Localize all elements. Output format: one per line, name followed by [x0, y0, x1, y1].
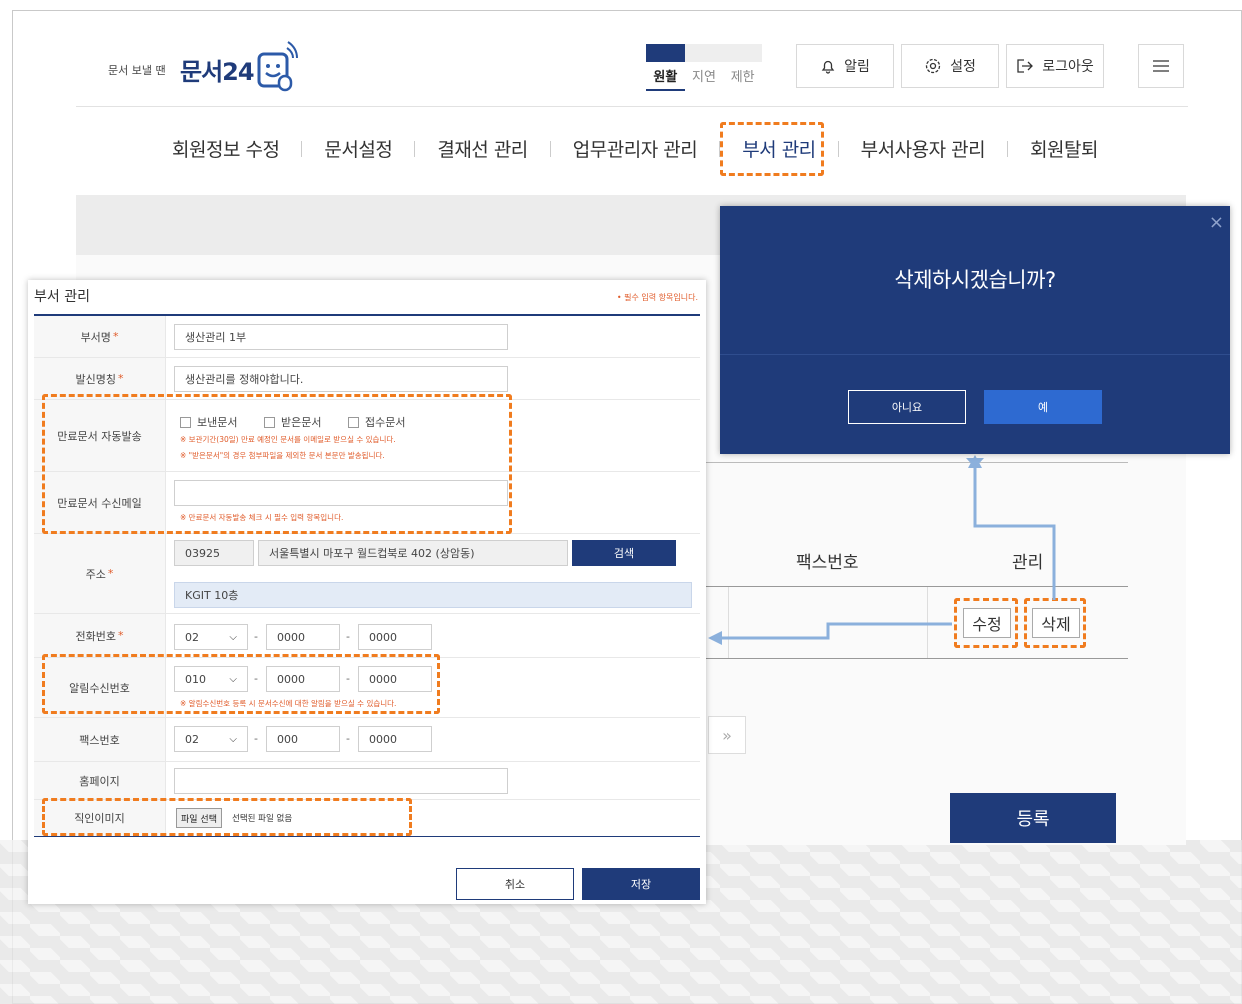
status-label-limit: 제한 — [730, 70, 755, 85]
logout-icon — [1017, 59, 1034, 73]
settings-button[interactable]: 설정 — [901, 44, 999, 88]
status-label-smooth: 원활 — [646, 66, 685, 91]
status-bar-smooth — [646, 44, 685, 62]
table-line — [706, 658, 1128, 659]
logout-button[interactable]: 로그아웃 — [1006, 44, 1104, 88]
phone-label: 전화번호 — [75, 629, 116, 643]
nav-dept-users[interactable]: 부서사용자 관리 — [839, 135, 1007, 162]
fax-label: 팩스번호 — [34, 718, 166, 761]
highlight-alarm-phone — [42, 654, 440, 714]
account-nav: 회원정보 수정 문서설정 결재선 관리 업무관리자 관리 부서 관리 부서사용자… — [150, 135, 1120, 162]
homepage-label: 홈페이지 — [34, 762, 166, 799]
status-label-delay: 지연 — [692, 70, 716, 85]
hamburger-icon — [1153, 60, 1169, 72]
cell-divider — [728, 587, 729, 658]
settings-label: 설정 — [950, 59, 976, 75]
nav-work-manager[interactable]: 업무관리자 관리 — [551, 135, 719, 162]
fax-area-select[interactable]: 02 ⌵ — [174, 726, 248, 752]
row-address: 주소 * 03925 서울특별시 마포구 월드컵북로 402 (상암동) 검색 K… — [34, 534, 700, 614]
chevron-down-icon: ⌵ — [229, 733, 237, 745]
chevron-down-icon: ⌵ — [229, 631, 237, 643]
fax-last-input[interactable]: 0000 — [358, 726, 432, 752]
fax-header: 팩스번호 — [796, 553, 859, 573]
logo-icon — [257, 41, 298, 92]
nav-doc-settings[interactable]: 문서설정 — [302, 135, 414, 162]
form-bottom-line — [34, 836, 700, 837]
homepage-input[interactable] — [174, 768, 508, 794]
address1-input[interactable]: 서울특별시 마포구 월드컵북로 402 (상암동) — [258, 540, 568, 566]
delete-confirm-dialog: × 삭제하시겠습니까? 아니요 예 — [720, 206, 1230, 454]
gear-icon — [925, 58, 941, 74]
phone-mid-input[interactable]: 0000 — [266, 624, 340, 650]
highlight-seal-image — [42, 798, 412, 836]
menu-button[interactable] — [1138, 44, 1184, 88]
row-phone: 전화번호 * 02 ⌵ - 0000 - 0000 — [34, 614, 700, 658]
logout-label: 로그아웃 — [1042, 59, 1094, 75]
status-bar-limit — [723, 44, 763, 62]
dept-name-label: 부서명 — [80, 330, 111, 344]
highlight-dept-tab — [720, 122, 824, 176]
highlight-auto-send — [42, 394, 512, 534]
next-page-button[interactable]: » — [708, 716, 746, 754]
row-dept-name: 부서명 * 생산관리 1부 — [34, 316, 700, 358]
cancel-button[interactable]: 취소 — [456, 868, 574, 900]
nav-withdraw[interactable]: 회원탈퇴 — [1008, 135, 1120, 162]
register-button[interactable]: 등록 — [950, 793, 1116, 843]
phone-last-input[interactable]: 0000 — [358, 624, 432, 650]
logo-text[interactable]: 문서24 — [180, 52, 255, 87]
save-button[interactable]: 저장 — [582, 868, 700, 900]
dialog-message: 삭제하시겠습니까? — [894, 268, 1056, 292]
dialog-no-button[interactable]: 아니요 — [848, 390, 966, 424]
address2-input[interactable]: KGIT 10층 — [174, 582, 692, 608]
cell-divider — [927, 587, 928, 658]
bell-icon — [821, 60, 835, 74]
address-search-button[interactable]: 검색 — [572, 540, 676, 566]
nav-member-info[interactable]: 회원정보 수정 — [150, 135, 301, 162]
phone-area-select[interactable]: 02 ⌵ — [174, 624, 248, 650]
highlight-delete — [1024, 598, 1086, 648]
table-line — [706, 462, 1128, 463]
table-line — [706, 586, 1128, 587]
dialog-yes-button[interactable]: 예 — [984, 390, 1102, 424]
fax-mid-input[interactable]: 000 — [266, 726, 340, 752]
server-status-tabs: 원활 지연 제한 — [646, 44, 763, 91]
sender-name-label: 발신명칭 — [75, 372, 116, 386]
row-homepage: 홈페이지 — [34, 762, 700, 800]
close-icon[interactable]: × — [1209, 212, 1224, 233]
dialog-divider — [720, 354, 1230, 355]
alarm-button[interactable]: 알림 — [796, 44, 894, 88]
row-fax: 팩스번호 02 ⌵ - 000 - 0000 — [34, 718, 700, 762]
logo-tagline: 문서 보낼 땐 — [108, 64, 166, 77]
highlight-edit — [954, 598, 1018, 648]
sender-name-input[interactable]: 생산관리를 정해야합니다. — [174, 366, 508, 392]
address-label: 주소 — [85, 567, 106, 581]
nav-approval-line[interactable]: 결재선 관리 — [415, 135, 549, 162]
form-title: 부서 관리 — [34, 289, 90, 305]
manage-header: 관리 — [1012, 553, 1044, 573]
alarm-label: 알림 — [844, 59, 870, 75]
header-divider — [76, 106, 1188, 107]
zipcode-input[interactable]: 03925 — [174, 540, 254, 566]
dept-name-input[interactable]: 생산관리 1부 — [174, 324, 508, 350]
required-note: • 필수 입력 항목입니다. — [616, 293, 698, 302]
status-bar-delay — [684, 44, 724, 62]
